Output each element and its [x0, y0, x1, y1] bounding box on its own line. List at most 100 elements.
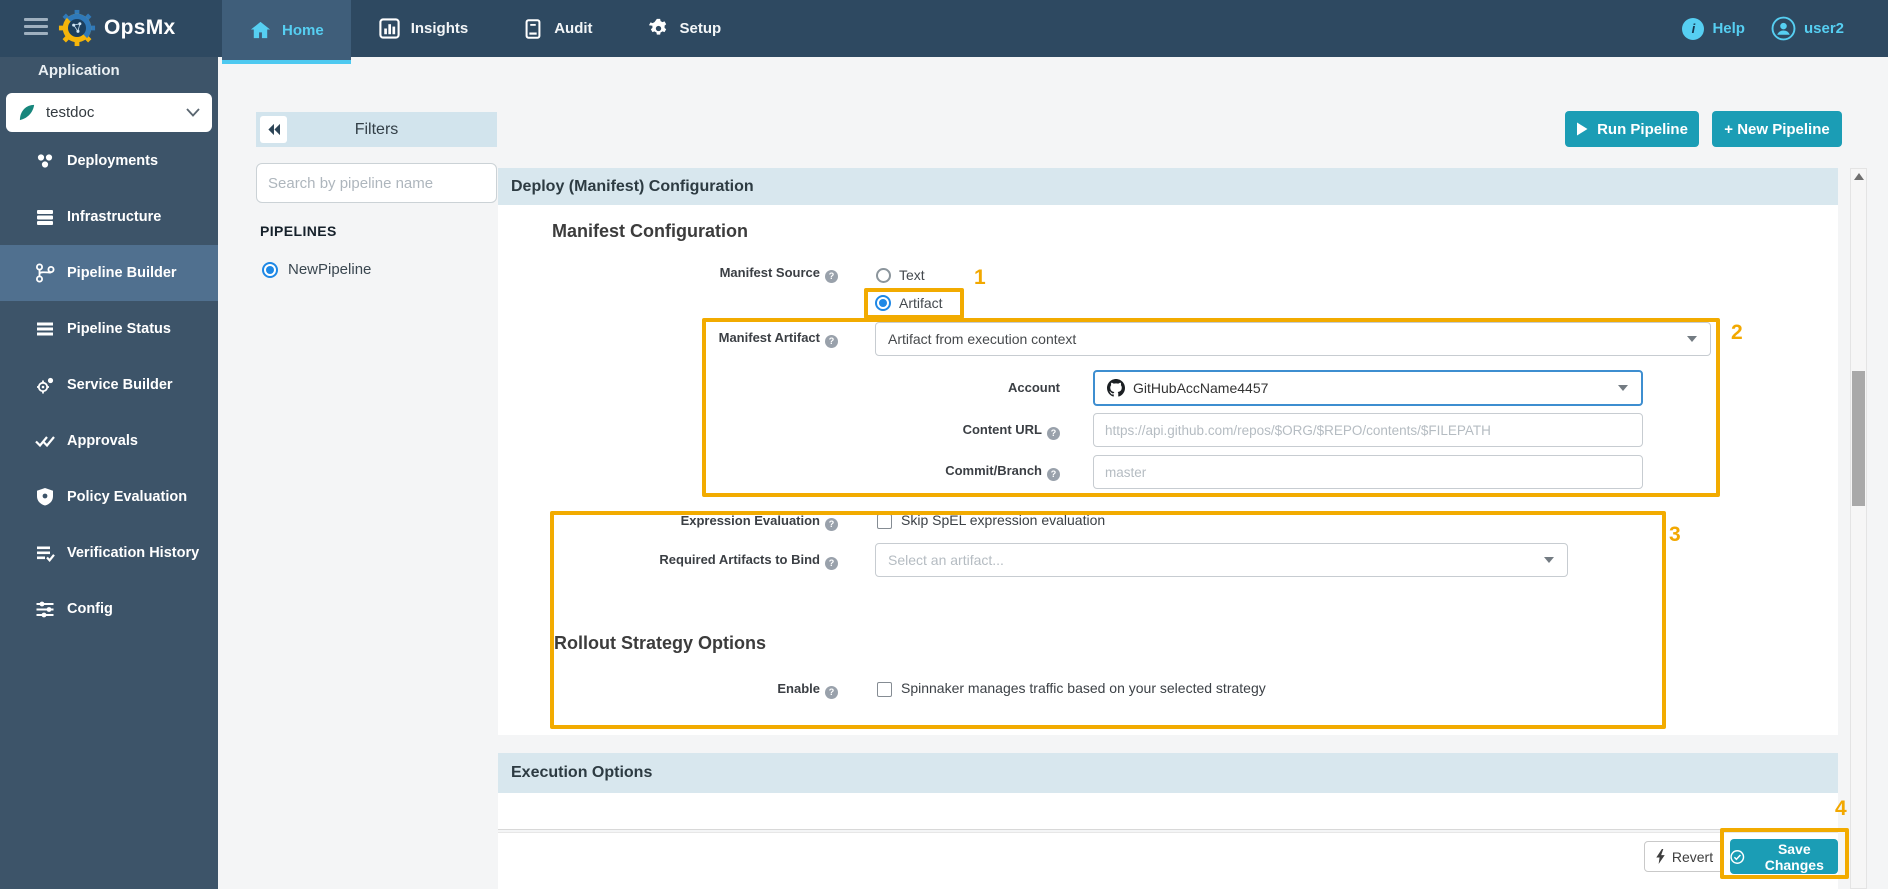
- pipeline-name: NewPipeline: [288, 261, 372, 278]
- account-select[interactable]: GitHubAccName4457: [1093, 370, 1643, 406]
- tab-label: Insights: [410, 20, 469, 37]
- chevron-down-icon: [186, 108, 200, 117]
- sidebar-nav: Deployments Infrastructure Pipeline Buil…: [0, 133, 218, 637]
- revert-button[interactable]: Revert: [1644, 841, 1724, 872]
- save-changes-button[interactable]: Save Changes: [1730, 839, 1838, 874]
- content-url-input[interactable]: [1093, 413, 1643, 447]
- bolt-icon: [1656, 849, 1665, 864]
- sidebar-item-service-builder[interactable]: Service Builder: [0, 357, 218, 413]
- deployments-icon: [36, 153, 54, 169]
- content-url-label: Content URL?: [498, 422, 1060, 440]
- sidebar-item-label: Pipeline Builder: [67, 265, 177, 281]
- skip-spel-checkbox-label[interactable]: Skip SpEL expression evaluation: [901, 512, 1105, 528]
- enable-label: Enable?: [498, 681, 838, 699]
- manifest-artifact-label: Manifest Artifact?: [498, 330, 838, 348]
- filters-title: Filters: [354, 121, 399, 138]
- pipeline-search-input[interactable]: [256, 163, 497, 203]
- help-icon: i: [1682, 17, 1705, 40]
- help-icon[interactable]: ?: [825, 270, 838, 283]
- main-content: Filters PIPELINES NewPipeline Run Pipeli…: [218, 57, 1888, 889]
- topbar-right: i Help user2: [1682, 0, 1844, 57]
- rollout-strategy-heading: Rollout Strategy Options: [554, 633, 767, 653]
- run-pipeline-button[interactable]: Run Pipeline: [1565, 111, 1699, 147]
- execution-options-body: [498, 793, 1838, 830]
- stage-config-panel: Deploy (Manifest) Configuration Manifest…: [498, 168, 1838, 889]
- check-circle-icon: [1730, 849, 1745, 864]
- tab-home[interactable]: Home: [222, 0, 351, 64]
- tab-label: Home: [282, 21, 324, 39]
- save-changes-label: Save Changes: [1764, 840, 1824, 873]
- collapse-filters-button[interactable]: [260, 116, 287, 143]
- skip-spel-checkbox[interactable]: [877, 514, 892, 529]
- hamburger-menu-icon[interactable]: [24, 18, 50, 38]
- revert-label: Revert: [1671, 848, 1714, 865]
- home-icon: [250, 21, 271, 38]
- app-leaf-icon: [19, 104, 35, 121]
- approvals-icon: [35, 436, 55, 448]
- sidebar-item-verification-history[interactable]: Verification History: [0, 525, 218, 581]
- top-navbar: OpsMx Home Insights Audit Setup i Help u…: [0, 0, 1888, 64]
- rollout-enable-checkbox-label[interactable]: Spinnaker manages traffic based on your …: [901, 680, 1266, 696]
- selected-application: testdoc: [46, 104, 95, 121]
- pipelines-heading: PIPELINES: [260, 223, 337, 239]
- user-menu[interactable]: user2: [1771, 16, 1844, 41]
- insights-icon: [379, 18, 400, 39]
- sidebar-item-label: Config: [67, 601, 113, 617]
- pipeline-radio[interactable]: [262, 261, 278, 278]
- commit-branch-input[interactable]: [1093, 455, 1643, 489]
- manifest-source-label: Manifest Source?: [498, 265, 838, 283]
- required-artifacts-placeholder: Select an artifact...: [888, 552, 1004, 568]
- sidebar-item-policy-evaluation[interactable]: Policy Evaluation: [0, 469, 218, 525]
- sidebar-item-config[interactable]: Config: [0, 581, 218, 637]
- commit-branch-label: Commit/Branch?: [498, 463, 1060, 481]
- help-button[interactable]: i Help: [1682, 17, 1745, 40]
- tab-insights[interactable]: Insights: [351, 0, 496, 57]
- account-value: GitHubAccName4457: [1133, 380, 1269, 396]
- help-icon[interactable]: ?: [825, 518, 838, 531]
- tab-label: Audit: [554, 20, 593, 37]
- manifest-config-body: Manifest Configuration Manifest Source? …: [498, 205, 1838, 735]
- manifest-artifact-select[interactable]: Artifact from execution context: [875, 322, 1711, 356]
- sidebar-item-label: Infrastructure: [67, 209, 162, 225]
- help-icon[interactable]: ?: [1047, 427, 1060, 440]
- sidebar-item-infrastructure[interactable]: Infrastructure: [0, 189, 218, 245]
- user-icon: [1771, 16, 1796, 41]
- sidebar-item-deployments[interactable]: Deployments: [0, 133, 218, 189]
- run-pipeline-label: Run Pipeline: [1597, 120, 1688, 138]
- manifest-source-text-option[interactable]: Text: [899, 267, 925, 283]
- help-icon[interactable]: ?: [825, 335, 838, 348]
- sidebar-item-label: Verification History: [67, 545, 200, 561]
- application-selector[interactable]: testdoc: [6, 93, 212, 132]
- rollout-enable-checkbox[interactable]: [877, 682, 892, 697]
- policy-evaluation-icon: [37, 488, 53, 506]
- new-pipeline-label: + New Pipeline: [1724, 120, 1830, 138]
- caret-down-icon: [1544, 557, 1554, 563]
- help-icon[interactable]: ?: [1047, 468, 1060, 481]
- sidebar-item-pipeline-builder[interactable]: Pipeline Builder: [0, 245, 218, 301]
- manifest-configuration-heading: Manifest Configuration: [552, 221, 748, 241]
- manifest-source-artifact-radio[interactable]: [875, 295, 891, 311]
- pipeline-list-item: NewPipeline: [262, 261, 371, 278]
- sidebar-item-pipeline-status[interactable]: Pipeline Status: [0, 301, 218, 357]
- new-pipeline-button[interactable]: + New Pipeline: [1712, 111, 1842, 147]
- scrollbar-up-arrow[interactable]: [1854, 173, 1864, 180]
- scrollbar-track[interactable]: [1850, 168, 1867, 889]
- panel-title: Deploy (Manifest) Configuration: [498, 168, 1838, 205]
- play-icon: [1577, 122, 1588, 136]
- application-section-label: Application: [38, 62, 120, 79]
- pipeline-status-icon: [37, 322, 53, 336]
- app-screen: OpsMx Home Insights Audit Setup i Help u…: [0, 0, 1888, 889]
- tab-setup[interactable]: Setup: [620, 0, 749, 57]
- help-icon[interactable]: ?: [825, 686, 838, 699]
- tab-audit[interactable]: Audit: [495, 0, 619, 57]
- manifest-source-artifact-option[interactable]: Artifact: [899, 295, 943, 311]
- username-label: user2: [1803, 20, 1844, 37]
- main-tabs: Home Insights Audit Setup: [222, 0, 749, 64]
- scrollbar-thumb[interactable]: [1852, 371, 1865, 506]
- sidebar-item-label: Service Builder: [67, 377, 173, 393]
- required-artifacts-select[interactable]: Select an artifact...: [875, 543, 1568, 577]
- sidebar-item-approvals[interactable]: Approvals: [0, 413, 218, 469]
- manifest-source-text-radio[interactable]: [876, 268, 891, 283]
- help-icon[interactable]: ?: [825, 557, 838, 570]
- account-label: Account: [1008, 380, 1060, 395]
